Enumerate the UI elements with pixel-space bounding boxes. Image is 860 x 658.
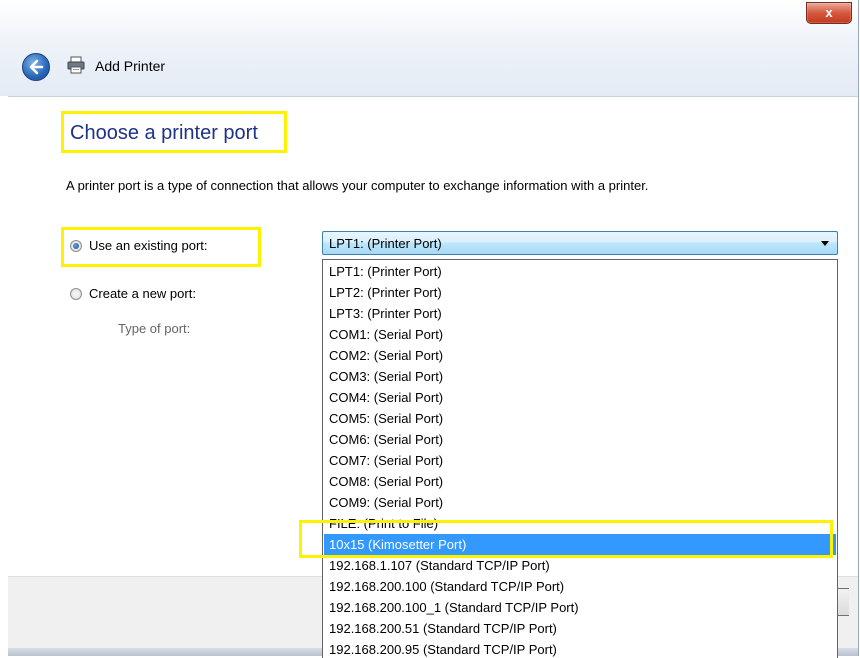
existing-port-radio[interactable]: [70, 240, 82, 252]
list-item[interactable]: LPT2: (Printer Port): [324, 282, 836, 303]
title-bar: [0, 0, 858, 96]
type-of-port-label: Type of port:: [118, 321, 191, 336]
highlight-frame-selected-port: [299, 520, 833, 558]
list-item[interactable]: 192.168.200.51 (Standard TCP/IP Port): [324, 618, 836, 639]
new-port-label[interactable]: Create a new port:: [89, 286, 196, 301]
port-dropdown-list[interactable]: LPT1: (Printer Port) LPT2: (Printer Port…: [322, 259, 838, 658]
page-description: A printer port is a type of connection t…: [66, 178, 649, 193]
back-arrow-icon: [29, 59, 44, 75]
combobox-value: LPT1: (Printer Port): [329, 236, 442, 251]
list-item[interactable]: COM6: (Serial Port): [324, 429, 836, 450]
close-icon: x: [825, 5, 833, 20]
list-item[interactable]: 192.168.200.100 (Standard TCP/IP Port): [324, 576, 836, 597]
page-heading: Choose a printer port: [70, 122, 258, 144]
list-item[interactable]: 192.168.1.107 (Standard TCP/IP Port): [324, 555, 836, 576]
list-item[interactable]: COM5: (Serial Port): [324, 408, 836, 429]
list-item[interactable]: COM9: (Serial Port): [324, 492, 836, 513]
new-port-radio[interactable]: [70, 288, 82, 300]
existing-port-label[interactable]: Use an existing port:: [89, 238, 208, 253]
printer-icon: [67, 56, 85, 74]
add-printer-window: x Add Printer Choose a printer port A pr…: [0, 0, 859, 658]
list-item[interactable]: COM7: (Serial Port): [324, 450, 836, 471]
list-item[interactable]: COM4: (Serial Port): [324, 387, 836, 408]
close-button[interactable]: x: [806, 2, 852, 24]
chevron-down-icon[interactable]: [821, 241, 829, 246]
window-title: Add Printer: [95, 58, 166, 74]
list-item[interactable]: LPT1: (Printer Port): [324, 261, 836, 282]
existing-port-combobox[interactable]: LPT1: (Printer Port): [322, 231, 838, 255]
list-item[interactable]: LPT3: (Printer Port): [324, 303, 836, 324]
list-item[interactable]: COM1: (Serial Port): [324, 324, 836, 345]
back-button[interactable]: [22, 53, 50, 81]
list-item[interactable]: COM3: (Serial Port): [324, 366, 836, 387]
list-item[interactable]: COM8: (Serial Port): [324, 471, 836, 492]
list-item[interactable]: 192.168.200.95 (Standard TCP/IP Port): [324, 639, 836, 658]
list-item[interactable]: 192.168.200.100_1 (Standard TCP/IP Port): [324, 597, 836, 618]
list-item[interactable]: COM2: (Serial Port): [324, 345, 836, 366]
